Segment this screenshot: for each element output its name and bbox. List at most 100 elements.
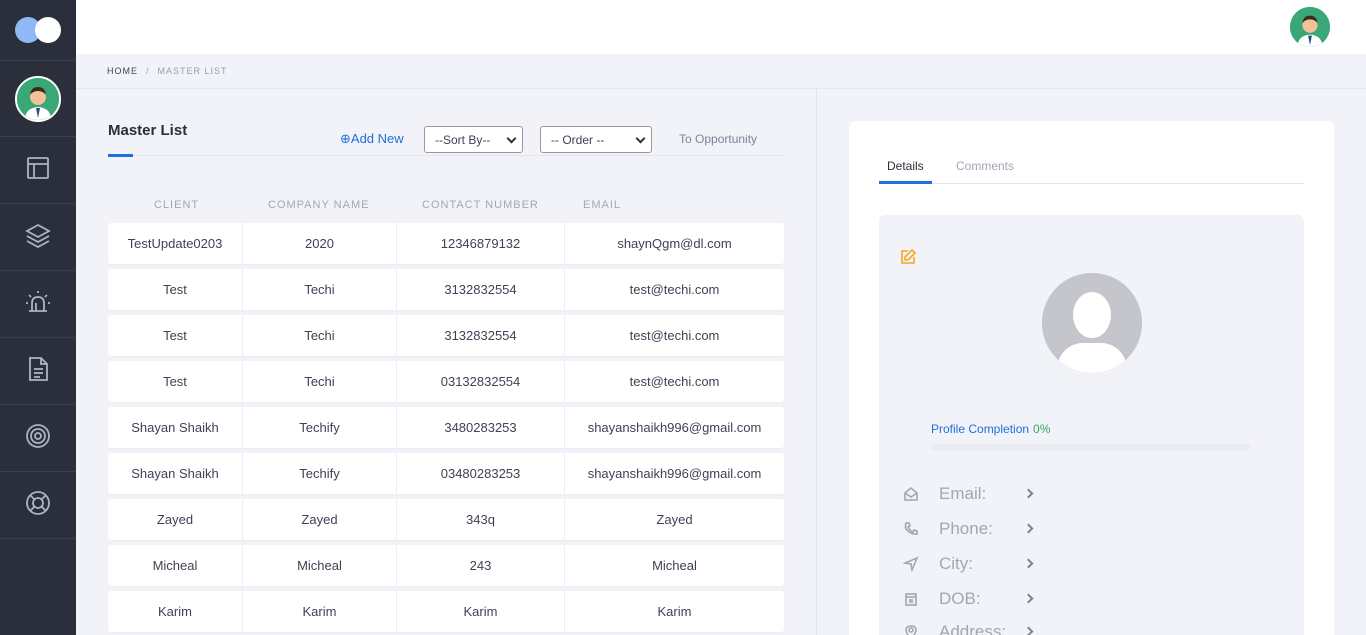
page-title: Master List [108, 122, 188, 139]
info-row-dob[interactable]: DOB: [903, 588, 1034, 610]
info-row-city[interactable]: City: [902, 553, 1034, 575]
table-row[interactable]: Shayan Shaikh Techify 3480283253 shayans… [108, 407, 784, 448]
table-row[interactable]: Micheal Micheal 243 Micheal [108, 545, 784, 586]
cell-email: test@techi.com [629, 374, 720, 389]
profile-completion: Profile Completion 0% [931, 422, 1050, 436]
table-row[interactable]: Test Techi 3132832554 test@techi.com [108, 269, 784, 310]
column-header-contact[interactable]: CONTACT NUMBER [422, 199, 539, 211]
cell-client: Zayed [108, 499, 243, 540]
column-header-company[interactable]: COMPANY NAME [268, 199, 369, 211]
table-body: TestUpdate0203 2020 12346879132 shaynQgm… [108, 223, 784, 635]
cell-email: shayanshaikh996@gmail.com [587, 420, 762, 435]
cell-company: Techify [243, 453, 397, 494]
cell-email: shayanshaikh996@gmail.com [587, 466, 762, 481]
sidebar-item-layers[interactable] [0, 204, 76, 271]
chevron-right-icon [1023, 558, 1034, 569]
target-icon [24, 422, 52, 455]
table-header: CLIENT COMPANY NAME CONTACT NUMBER EMAIL [108, 199, 784, 215]
column-header-client[interactable]: CLIENT [154, 199, 199, 211]
details-tabs: Details Comments [879, 121, 1304, 184]
location-pin-icon [903, 624, 919, 635]
profile-box: Profile Completion 0% Email: Phone: City:… [879, 215, 1304, 635]
cell-company: Techi [243, 269, 397, 310]
sort-by-value: --Sort By-- [435, 132, 491, 147]
cell-contact: 3132832554 [397, 315, 565, 356]
cell-contact: 3132832554 [397, 269, 565, 310]
sidebar-item-dashboard[interactable] [0, 137, 76, 204]
sidebar-item-support[interactable] [0, 472, 76, 539]
app-logo[interactable] [0, 0, 76, 60]
table-row[interactable]: TestUpdate0203 2020 12346879132 shaynQgm… [108, 223, 784, 264]
navigation-icon [902, 556, 919, 573]
cell-email: test@techi.com [629, 328, 720, 343]
sort-by-select[interactable]: --Sort By-- [424, 126, 523, 153]
phone-label: Phone: [939, 519, 993, 538]
lifebuoy-icon [24, 489, 52, 522]
user-avatar[interactable] [15, 75, 61, 122]
cell-contact: 03480283253 [397, 453, 565, 494]
cell-email: Zayed [656, 512, 693, 527]
calendar-icon [903, 591, 919, 607]
cell-contact: Karim [397, 591, 565, 632]
table-row[interactable]: Shayan Shaikh Techify 03480283253 shayan… [108, 453, 784, 494]
breadcrumb: HOME / MASTER LIST [76, 54, 1366, 89]
document-icon [24, 355, 52, 388]
email-label: Email: [939, 484, 987, 503]
active-tab-indicator [879, 181, 932, 184]
breadcrumb-separator: / [146, 66, 150, 76]
cell-contact: 3480283253 [397, 407, 565, 448]
info-row-address[interactable]: Address: [903, 621, 1034, 635]
table-row[interactable]: Test Techi 3132832554 test@techi.com [108, 315, 784, 356]
panel-divider [816, 89, 817, 635]
cell-client: TestUpdate0203 [108, 223, 243, 264]
city-label: City: [939, 554, 973, 573]
top-user-avatar[interactable] [1290, 7, 1330, 47]
order-value: -- Order -- [551, 132, 605, 147]
info-row-email[interactable]: Email: [903, 483, 1034, 505]
cell-contact: 343q [397, 499, 565, 540]
address-label: Address: [939, 622, 1007, 635]
info-row-phone[interactable]: Phone: [903, 518, 1034, 540]
cell-company: Techi [243, 315, 397, 356]
title-divider [108, 155, 784, 156]
phone-icon [903, 521, 919, 537]
table-row[interactable]: Karim Karim Karim Karim [108, 591, 784, 632]
cell-client: Shayan Shaikh [108, 407, 243, 448]
chevron-down-icon [506, 133, 517, 144]
breadcrumb-current: MASTER LIST [157, 66, 228, 76]
sidebar-item-alerts[interactable] [0, 271, 76, 338]
layers-icon [24, 221, 52, 254]
sidebar-item-documents[interactable] [0, 338, 76, 405]
cell-client: Shayan Shaikh [108, 453, 243, 494]
cell-company: Zayed [243, 499, 397, 540]
mail-icon [903, 486, 919, 502]
add-new-button[interactable]: ⊕Add New [340, 131, 404, 147]
cell-company: 2020 [243, 223, 397, 264]
profile-placeholder-avatar [1042, 273, 1142, 373]
breadcrumb-home[interactable]: HOME [107, 66, 138, 76]
table-row[interactable]: Zayed Zayed 343q Zayed [108, 499, 784, 540]
profile-completion-value: 0% [1033, 422, 1051, 436]
order-select[interactable]: -- Order -- [540, 126, 652, 153]
to-opportunity-button[interactable]: To Opportunity [679, 132, 757, 146]
tab-comments[interactable]: Comments [956, 159, 1014, 173]
alarm-icon [24, 288, 52, 321]
top-bar [76, 0, 1366, 54]
sidebar [0, 0, 76, 635]
cell-company: Techify [243, 407, 397, 448]
layout-icon [24, 154, 52, 187]
column-header-email[interactable]: EMAIL [583, 199, 621, 211]
chevron-down-icon [635, 133, 646, 144]
table-row[interactable]: Test Techi 03132832554 test@techi.com [108, 361, 784, 402]
cell-contact: 03132832554 [397, 361, 565, 402]
cell-company: Karim [243, 591, 397, 632]
sidebar-avatar-container [0, 60, 76, 137]
sidebar-item-targets[interactable] [0, 405, 76, 472]
tab-details[interactable]: Details [887, 159, 924, 173]
chevron-right-icon [1023, 523, 1034, 534]
master-list-panel: Master List ⊕Add New --Sort By-- -- Orde… [76, 89, 816, 635]
cell-company: Micheal [243, 545, 397, 586]
chevron-right-icon [1023, 488, 1034, 499]
cell-client: Karim [108, 591, 243, 632]
edit-icon[interactable] [899, 248, 917, 266]
